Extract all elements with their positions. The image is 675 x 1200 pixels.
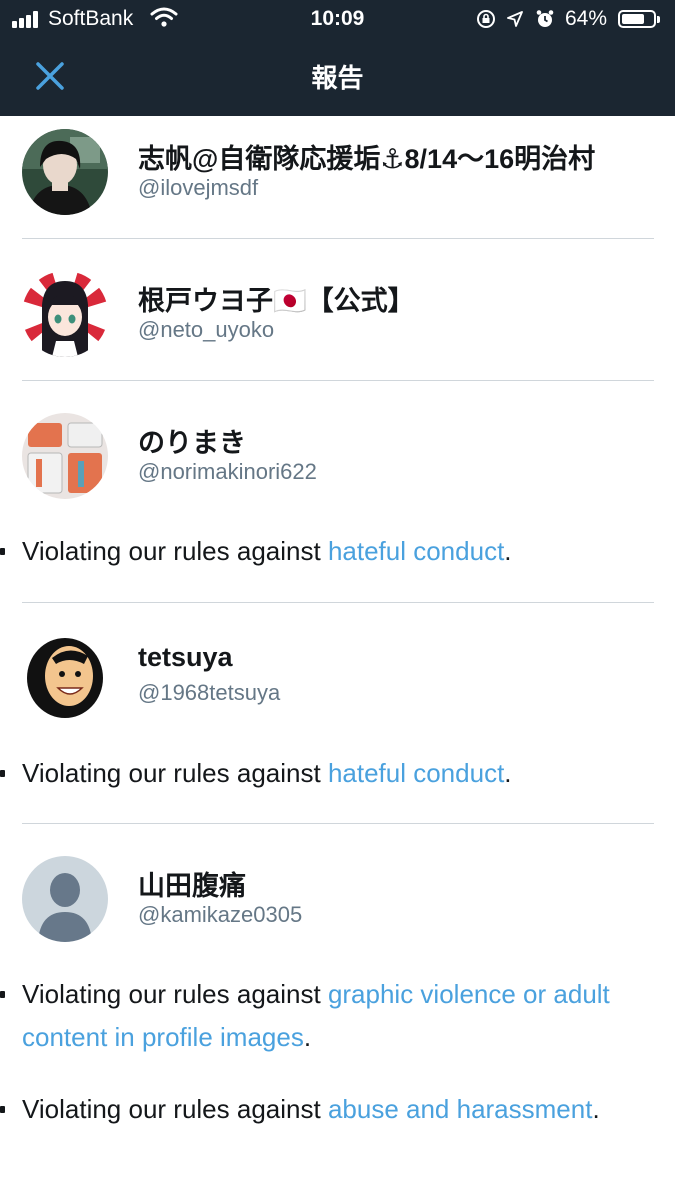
account-row[interactable]: 山田腹痛 @kamikaze0305 bbox=[22, 856, 654, 946]
rule-link[interactable]: abuse and harassment bbox=[328, 1094, 593, 1124]
user-handle: @ilovejmsdf bbox=[138, 175, 259, 200]
display-name: 根戸ウヨ子🇯🇵【公式】 bbox=[138, 286, 415, 316]
avatar bbox=[22, 129, 108, 215]
reason-end: . bbox=[504, 758, 512, 788]
user-handle: @norimakinori622 bbox=[138, 459, 317, 484]
top-bar: SoftBank 10:09 64% 報告 bbox=[0, 0, 675, 116]
battery-icon bbox=[618, 10, 660, 28]
rule-link[interactable]: hateful conduct bbox=[328, 758, 504, 788]
divider bbox=[22, 380, 654, 381]
account-row[interactable]: 志帆@自衛隊応援垢⚓8/14〜16明治村 @ilovejmsdf bbox=[22, 129, 654, 219]
account-row[interactable]: tetsuya @1968tetsuya bbox=[22, 634, 654, 724]
bullet bbox=[0, 548, 5, 555]
display-name: tetsuya bbox=[138, 642, 233, 672]
reason-end: . bbox=[592, 1094, 600, 1124]
battery-percent: 64% bbox=[565, 7, 608, 30]
rule-link[interactable]: hateful conduct bbox=[328, 536, 504, 566]
display-name: 山田腹痛 bbox=[138, 871, 246, 901]
account-row[interactable]: 根戸ウヨ子🇯🇵【公式】 @neto_uyoko bbox=[22, 271, 654, 361]
default-avatar-icon bbox=[22, 856, 108, 942]
location-arrow-icon bbox=[507, 11, 523, 27]
avatar bbox=[22, 271, 108, 357]
alarm-icon bbox=[536, 10, 554, 27]
status-bar: SoftBank 10:09 64% bbox=[0, 0, 675, 38]
reason-text: Violating our rules against bbox=[22, 979, 328, 1009]
avatar bbox=[22, 634, 108, 720]
divider bbox=[22, 238, 654, 239]
reason-text: Violating our rules against bbox=[22, 1094, 328, 1124]
display-name: 志帆@自衛隊応援垢⚓8/14〜16明治村 bbox=[138, 144, 596, 174]
orientation-lock-icon bbox=[477, 10, 495, 28]
reason-end: . bbox=[303, 1022, 312, 1052]
reason-text: Violating our rules against bbox=[22, 536, 328, 566]
bullet bbox=[0, 1106, 5, 1113]
user-handle: @kamikaze0305 bbox=[138, 902, 303, 927]
reason-end: . bbox=[504, 536, 512, 566]
display-name: のりまき bbox=[138, 428, 246, 458]
bullet bbox=[0, 770, 5, 777]
reason-text: Violating our rules against bbox=[22, 758, 328, 788]
user-handle: @1968tetsuya bbox=[138, 680, 281, 705]
bullet bbox=[0, 991, 5, 998]
account-row[interactable]: のりまき @norimakinori622 bbox=[22, 413, 654, 503]
avatar bbox=[22, 413, 108, 499]
page-title: 報告 bbox=[311, 63, 364, 93]
divider bbox=[22, 823, 654, 824]
divider bbox=[22, 602, 654, 603]
user-handle: @neto_uyoko bbox=[138, 317, 275, 342]
